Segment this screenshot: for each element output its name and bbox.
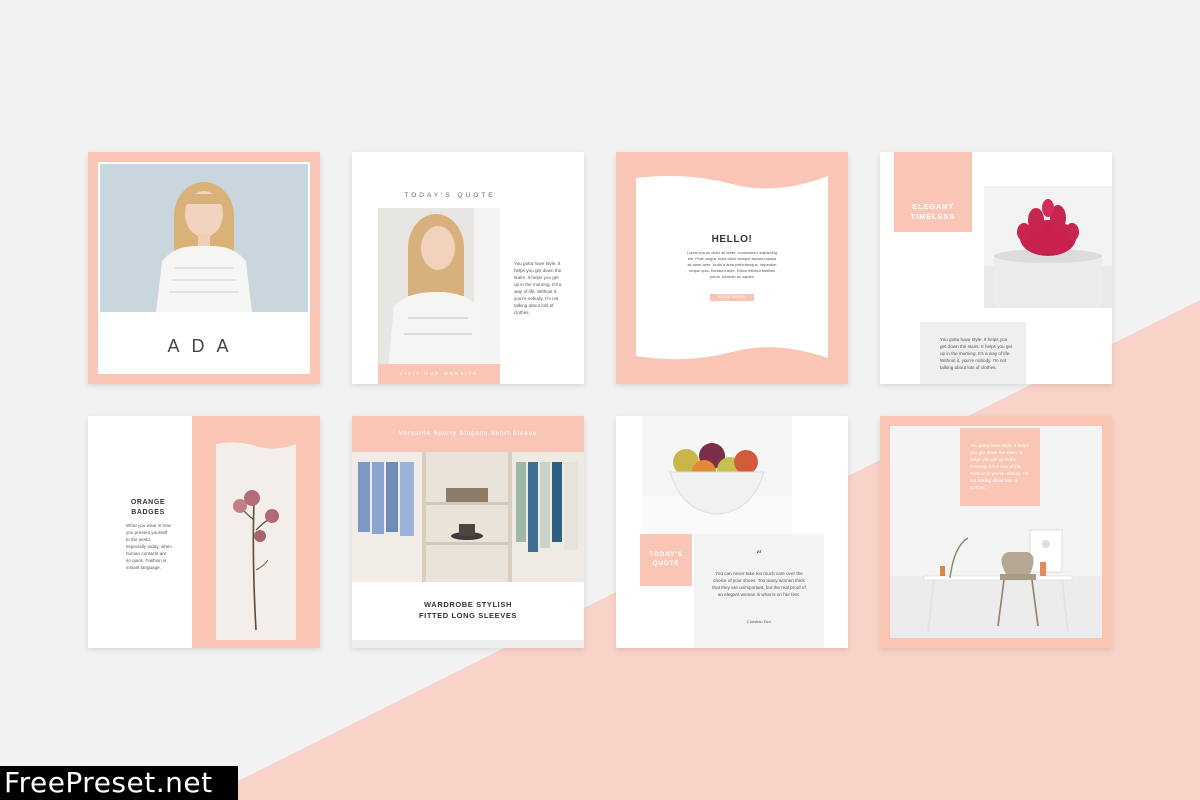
desk-text-box: You gotta have style. It helps you get d…	[960, 428, 1040, 506]
woman-portrait-photo	[100, 164, 308, 312]
quote-mark-icon: “	[755, 548, 763, 562]
card-quote-heading: TODAY'S QUOTE	[404, 192, 496, 199]
card-todays-quote[interactable]: TODAY'S QUOTE VISIT OUR WEBSITE You gott…	[352, 152, 584, 384]
visit-website-button[interactable]: VISIT OUR WEBSITE	[378, 364, 500, 384]
wardrobe-banner-text: Versatile Sporty Slogans Short Sleeve	[398, 431, 538, 437]
read-more-button-label: READ MORE	[718, 295, 746, 299]
read-more-button[interactable]: READ MORE	[710, 294, 754, 301]
wardrobe-title-line1: WARDROBE STYLISH	[424, 600, 512, 609]
wardrobe-title-line2: FITTED LONG SLEEVES	[418, 611, 518, 620]
card-fruit-quote[interactable]: TODAY'S QUOTE “ You can never take too m…	[616, 416, 848, 648]
fruit-bowl-photo	[642, 416, 792, 534]
card-wardrobe[interactable]: Versatile Sporty Slogans Short Sleeve WA…	[352, 416, 584, 648]
card-elegant-body: You gotta have style. It helps you get d…	[940, 337, 1013, 370]
card-hello[interactable]: HELLO! Lorem ipsum dolor sit amet, conse…	[616, 152, 848, 384]
wardrobe-banner: Versatile Sporty Slogans Short Sleeve	[352, 416, 584, 452]
visit-website-button-label: VISIT OUR WEBSITE	[399, 371, 479, 376]
card-ada[interactable]: ADA	[88, 152, 320, 384]
fruit-quote-text: You can never take too much care over th…	[712, 571, 806, 597]
smiling-woman-photo	[378, 208, 500, 368]
fruit-quote-label-box: TODAY'S QUOTE	[640, 534, 692, 586]
fruit-quote-label: TODAY'S QUOTE	[649, 551, 683, 567]
watermark-banner: FreePreset.net	[0, 766, 238, 800]
elegant-label-box: ELEGANT TIMELESS	[894, 152, 972, 232]
card-elegant-timeless[interactable]: ELEGANT TIMELESS You gotta have style. I…	[880, 152, 1112, 384]
cactus-pot-photo	[984, 186, 1112, 308]
card-elegant-heading: ELEGANT TIMELESS	[911, 202, 955, 221]
card-desk[interactable]: You gotta have style. It helps you get d…	[880, 416, 1112, 648]
wardrobe-closet-photo	[352, 452, 584, 582]
elegant-text-box: You gotta have style. It helps you get d…	[920, 322, 1026, 384]
background-diagonal-shape	[200, 300, 1200, 800]
card-hello-body: Lorem ipsum dolor sit amet, consectetur …	[686, 250, 778, 279]
fruit-quote-author: Christian Dior	[746, 619, 772, 624]
dried-roses-photo	[216, 442, 296, 640]
card-desk-body: You gotta have style. It helps you get d…	[970, 443, 1029, 490]
card-hello-heading: HELLO!	[711, 234, 753, 245]
card-orange-heading: ORANGE BADGES	[130, 499, 166, 516]
wardrobe-bottom-strip	[352, 640, 584, 648]
card-orange-body: What you wear is how you present yoursel…	[126, 523, 172, 570]
card-orange-badges[interactable]: ORANGE BADGES What you wear is how you p…	[88, 416, 320, 648]
card-quote-body: You gotta have style. It helps you get d…	[514, 261, 562, 315]
fruit-quote-box: “ You can never take too much care over …	[694, 534, 824, 648]
card-ada-name: ADA	[167, 336, 241, 356]
